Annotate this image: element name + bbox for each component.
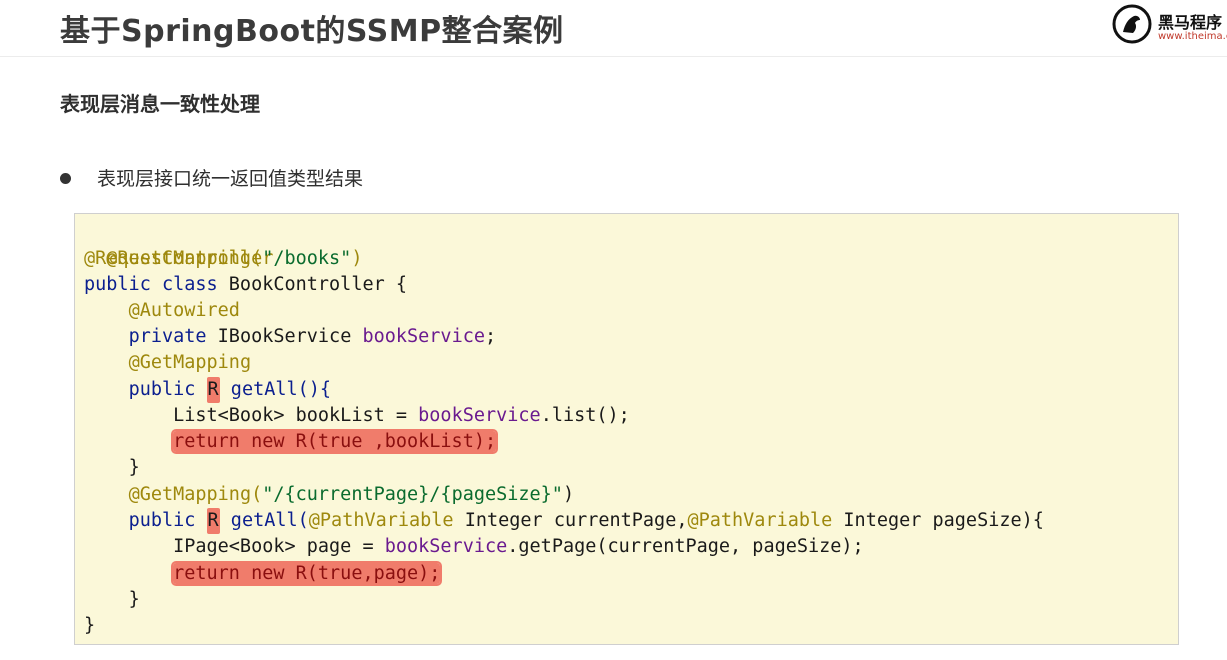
annotation: @Autowired bbox=[128, 300, 240, 321]
code-token: } bbox=[128, 589, 140, 610]
code-token: Integer pageSize){ bbox=[832, 510, 1044, 531]
code-line: } bbox=[84, 455, 140, 481]
annotation: @GetMapping( bbox=[128, 484, 263, 505]
code-token: .list(); bbox=[540, 405, 630, 426]
string-literal: "/books" bbox=[262, 248, 352, 269]
annotation: @RequestMapping( bbox=[84, 248, 263, 269]
code-token: IBookService bbox=[217, 326, 363, 347]
highlighted-return-statement: return new R(true,page); bbox=[173, 563, 441, 584]
code-token: ) bbox=[351, 248, 363, 269]
highlighted-return-type: R bbox=[206, 377, 220, 403]
code-token: ; bbox=[485, 326, 497, 347]
header-divider bbox=[0, 56, 1227, 57]
logo-name: 黑马程序 bbox=[1158, 13, 1223, 32]
bullet-text: 表现层接口统一返回值类型结果 bbox=[97, 168, 364, 190]
code-token: ) bbox=[562, 484, 575, 505]
field-name: bookService bbox=[362, 326, 485, 347]
method-signature: getAll(){ bbox=[219, 379, 332, 400]
code-line: @GetMapping bbox=[84, 350, 252, 376]
code-line: List<Book> bookList = bookService.list()… bbox=[84, 403, 630, 429]
code-line: @Autowired bbox=[84, 298, 240, 324]
code-line: private IBookService bookService; bbox=[84, 324, 497, 350]
annotation: @PathVariable bbox=[308, 510, 454, 531]
code-line: IPage<Book> page = bookService.getPage(c… bbox=[84, 534, 864, 560]
keyword: public bbox=[128, 510, 207, 531]
method-signature: getAll( bbox=[219, 510, 309, 531]
code-token: } bbox=[84, 615, 96, 636]
brand-logo: 黑马程序 www.itheima.c bbox=[1112, 4, 1227, 48]
keyword: public bbox=[128, 379, 207, 400]
logo-url: www.itheima.c bbox=[1158, 31, 1227, 42]
highlighted-return-type: R bbox=[206, 508, 220, 534]
string-literal: "/{currentPage}/{pageSize}" bbox=[262, 484, 563, 505]
field-name: bookService bbox=[418, 405, 541, 426]
code-line: @RequestMapping("/books") bbox=[84, 246, 362, 272]
keyword: public class bbox=[84, 274, 229, 295]
highlighted-return-statement: return new R(true ,bookList); bbox=[173, 431, 497, 452]
code-token: Integer currentPage, bbox=[453, 510, 688, 531]
code-token: } bbox=[128, 457, 140, 478]
code-line: } bbox=[84, 613, 95, 639]
annotation: @GetMapping bbox=[128, 352, 252, 373]
code-line: @GetMapping("/{currentPage}/{pageSize}") bbox=[84, 482, 575, 508]
keyword: private bbox=[128, 326, 218, 347]
code-token: IPage<Book> page = bbox=[173, 536, 385, 557]
annotation: @PathVariable bbox=[687, 510, 833, 531]
code-line: public R getAll(@PathVariable Integer cu… bbox=[84, 508, 1044, 534]
horse-logo-icon bbox=[1112, 4, 1152, 44]
bullet-icon bbox=[60, 173, 71, 184]
slide-title: 基于SpringBoot的SSMP整合案例 bbox=[60, 14, 564, 49]
code-line: return new R(true,page); bbox=[84, 561, 441, 587]
code-token: List<Book> bookList = bbox=[173, 405, 419, 426]
code-token: .getPage(currentPage, pageSize); bbox=[507, 536, 864, 557]
code-line: public class BookController { bbox=[84, 272, 407, 298]
code-line: return new R(true ,bookList); bbox=[84, 429, 497, 455]
code-line: } bbox=[84, 587, 140, 613]
field-name: bookService bbox=[384, 536, 508, 557]
code-token: BookController { bbox=[228, 274, 408, 295]
code-line: public R getAll(){ bbox=[84, 377, 331, 403]
code-line: @RestController bbox=[84, 220, 273, 269]
section-heading: 表现层消息一致性处理 bbox=[60, 92, 260, 116]
